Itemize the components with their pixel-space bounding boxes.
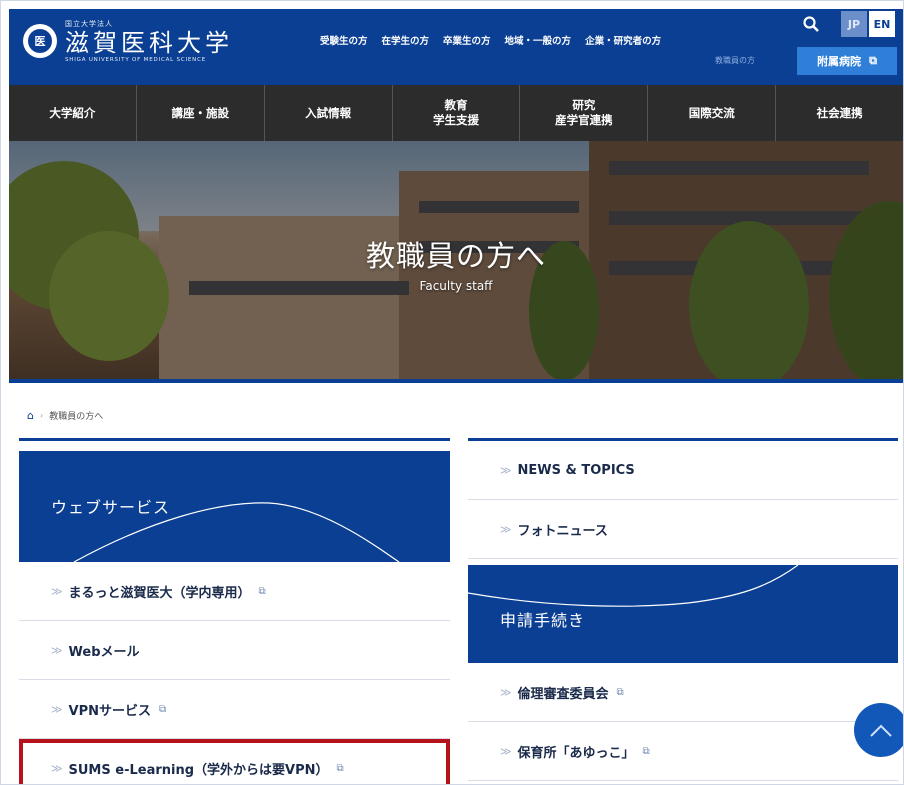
hospital-label: 附属病院 xyxy=(817,55,862,68)
nav-departments[interactable]: 講座・施設 xyxy=(137,85,265,141)
external-link-icon: ⧉ xyxy=(642,745,650,757)
list-item-label: SUMS e-Learning（学外からは要VPN） xyxy=(68,762,329,778)
external-link-icon: ⧉ xyxy=(616,686,624,698)
external-link-icon: ⧉ xyxy=(159,703,167,715)
global-nav: 大学紹介 講座・施設 入試情報 教育 学生支援 研究 産学官連携 国際交流 社会… xyxy=(9,85,903,141)
list-item-label: 保育所「あゆっこ」 xyxy=(517,745,635,761)
chevron-right-icon: ≫ xyxy=(500,685,512,699)
chevron-right-icon: ≫ xyxy=(51,643,63,657)
list-item-news-topics[interactable]: ≫ NEWS & TOPICS xyxy=(468,441,898,500)
list-item-label: VPNサービス xyxy=(68,703,151,719)
web-services-panel: ウェブサービス ≫ まるっと滋賀医大（学内専用） ⧉ ≫ Webメール ≫ VP… xyxy=(19,438,450,784)
nav-admissions[interactable]: 入試情報 xyxy=(265,85,393,141)
hero-banner: 教職員の方へ Faculty staff xyxy=(9,141,903,379)
link-alumni[interactable]: 卒業生の方 xyxy=(443,33,491,47)
hospital-button[interactable]: 附属病院 ⧉ xyxy=(797,47,897,75)
chevron-right-icon: ≫ xyxy=(51,702,63,716)
list-item-nursery[interactable]: ≫ 保育所「あゆっこ」 ⧉ xyxy=(468,722,898,781)
nav-education[interactable]: 教育 学生支援 xyxy=(393,85,521,141)
logo-mark-glyph: 医 xyxy=(28,29,52,53)
applications-header: 申請手続き xyxy=(468,565,898,663)
home-icon[interactable]: ⌂ xyxy=(27,409,34,422)
web-services-header: ウェブサービス xyxy=(19,451,450,562)
list-item-ethics-committee[interactable]: ≫ 倫理審査委員会 ⧉ xyxy=(468,663,898,722)
lang-jp-button[interactable]: JP xyxy=(841,11,867,37)
chevron-right-icon: ≫ xyxy=(500,522,512,536)
decorative-wave xyxy=(73,502,400,562)
browser-viewport: 医 国立大学法人 滋賀医科大学 SHIGA UNIVERSITY OF MEDI… xyxy=(0,0,904,785)
list-item-label: まるっと滋賀医大（学内専用） xyxy=(68,585,251,601)
chevron-right-icon: ≫ xyxy=(500,463,512,477)
list-item-photo-news[interactable]: ≫ フォトニュース xyxy=(468,500,898,559)
link-current-students[interactable]: 在学生の方 xyxy=(382,33,430,47)
link-companies-researchers[interactable]: 企業・研究者の方 xyxy=(585,33,661,47)
logo-english: SHIGA UNIVERSITY OF MEDICAL SCIENCE xyxy=(65,57,207,63)
external-link-icon: ⧉ xyxy=(869,54,877,67)
list-item-label: Webメール xyxy=(68,644,140,660)
site-header: 医 国立大学法人 滋賀医科大学 SHIGA UNIVERSITY OF MEDI… xyxy=(9,9,903,85)
right-panel: ≫ NEWS & TOPICS ≫ フォトニュース 申請手続き ≫ 倫理審査委員… xyxy=(468,438,898,781)
page-subtitle: Faculty staff xyxy=(419,279,493,293)
applications-heading: 申請手続き xyxy=(500,611,586,630)
site-logo[interactable]: 医 国立大学法人 滋賀医科大学 SHIGA UNIVERSITY OF MEDI… xyxy=(23,19,233,63)
nav-about[interactable]: 大学紹介 xyxy=(9,85,137,141)
list-item-vpn[interactable]: ≫ VPNサービス ⧉ xyxy=(19,680,450,739)
search-button[interactable] xyxy=(796,11,826,37)
breadcrumb: ⌂ › 教職員の方へ xyxy=(27,409,103,422)
lang-en-button[interactable]: EN xyxy=(869,11,895,37)
logo-title: 滋賀医科大学 xyxy=(65,29,233,57)
logo-mark-icon: 医 xyxy=(23,24,57,58)
chevron-right-icon: ≫ xyxy=(500,744,512,758)
chevron-right-icon: ≫ xyxy=(51,584,63,598)
page-top-icon xyxy=(870,724,892,737)
nav-research[interactable]: 研究 産学官連携 xyxy=(520,85,649,141)
nav-international[interactable]: 国際交流 xyxy=(648,85,777,141)
link-community[interactable]: 地域・一般の方 xyxy=(505,33,572,47)
hero-divider xyxy=(9,379,903,383)
list-item-label: 倫理審査委員会 xyxy=(517,686,609,702)
list-item-sums-elearning[interactable]: ≫ SUMS e-Learning（学外からは要VPN） ⧉ xyxy=(19,739,450,784)
logo-small-text: 国立大学法人 xyxy=(65,20,113,28)
panel-topline xyxy=(19,438,450,441)
list-item-marutto[interactable]: ≫ まるっと滋賀医大（学内専用） ⧉ xyxy=(19,562,450,621)
list-item-label: フォトニュース xyxy=(517,523,608,539)
breadcrumb-separator: › xyxy=(39,411,44,420)
breadcrumb-current: 教職員の方へ xyxy=(49,412,104,422)
page-top-button[interactable] xyxy=(854,703,903,757)
search-icon xyxy=(803,16,819,32)
list-item-webmail[interactable]: ≫ Webメール xyxy=(19,621,450,680)
link-faculty-staff[interactable]: 教職員の方 xyxy=(715,55,755,66)
audience-links: 受験生の方 在学生の方 卒業生の方 地域・一般の方 企業・研究者の方 xyxy=(320,33,661,47)
external-link-icon: ⧉ xyxy=(336,762,344,774)
nav-community[interactable]: 社会連携 xyxy=(776,85,903,141)
page-title: 教職員の方へ xyxy=(365,239,546,273)
list-item-label: NEWS & TOPICS xyxy=(517,462,635,478)
link-prospective-students[interactable]: 受験生の方 xyxy=(320,33,368,47)
chevron-right-icon: ≫ xyxy=(51,761,63,775)
external-link-icon: ⧉ xyxy=(258,585,266,597)
